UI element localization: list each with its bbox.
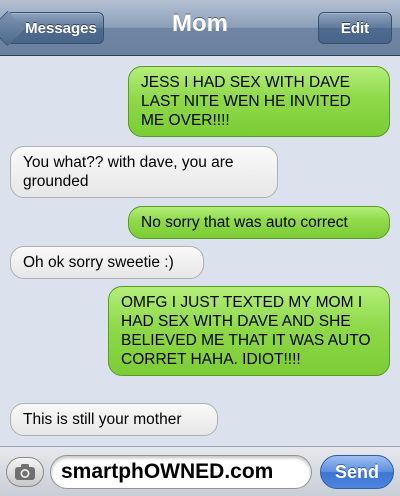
send-button[interactable]: Send <box>320 455 394 489</box>
sent-message-bubble: JESS I HAD SEX WITH DAVE LAST NITE WEN H… <box>128 66 390 137</box>
received-message-bubble: You what?? with dave, you are grounded <box>10 146 278 198</box>
message-text-field[interactable]: smartphOWNED.com <box>50 455 312 489</box>
edit-button[interactable]: Edit <box>318 12 392 44</box>
sent-message-bubble: OMFG I JUST TEXTED MY MOM I HAD SEX WITH… <box>108 286 390 376</box>
navigation-bar: Messages Mom Edit <box>0 0 400 56</box>
back-button-label: Messages <box>25 19 97 37</box>
message-input-bar: smartphOWNED.com Send <box>0 446 400 496</box>
sent-message-bubble: No sorry that was auto correct <box>128 206 390 239</box>
conversation-thread: JESS I HAD SEX WITH DAVE LAST NITE WEN H… <box>0 56 400 446</box>
camera-icon <box>15 464 35 480</box>
camera-button[interactable] <box>6 457 44 487</box>
received-message-bubble: Oh ok sorry sweetie :) <box>10 246 204 279</box>
received-message-bubble: This is still your mother <box>10 403 218 436</box>
